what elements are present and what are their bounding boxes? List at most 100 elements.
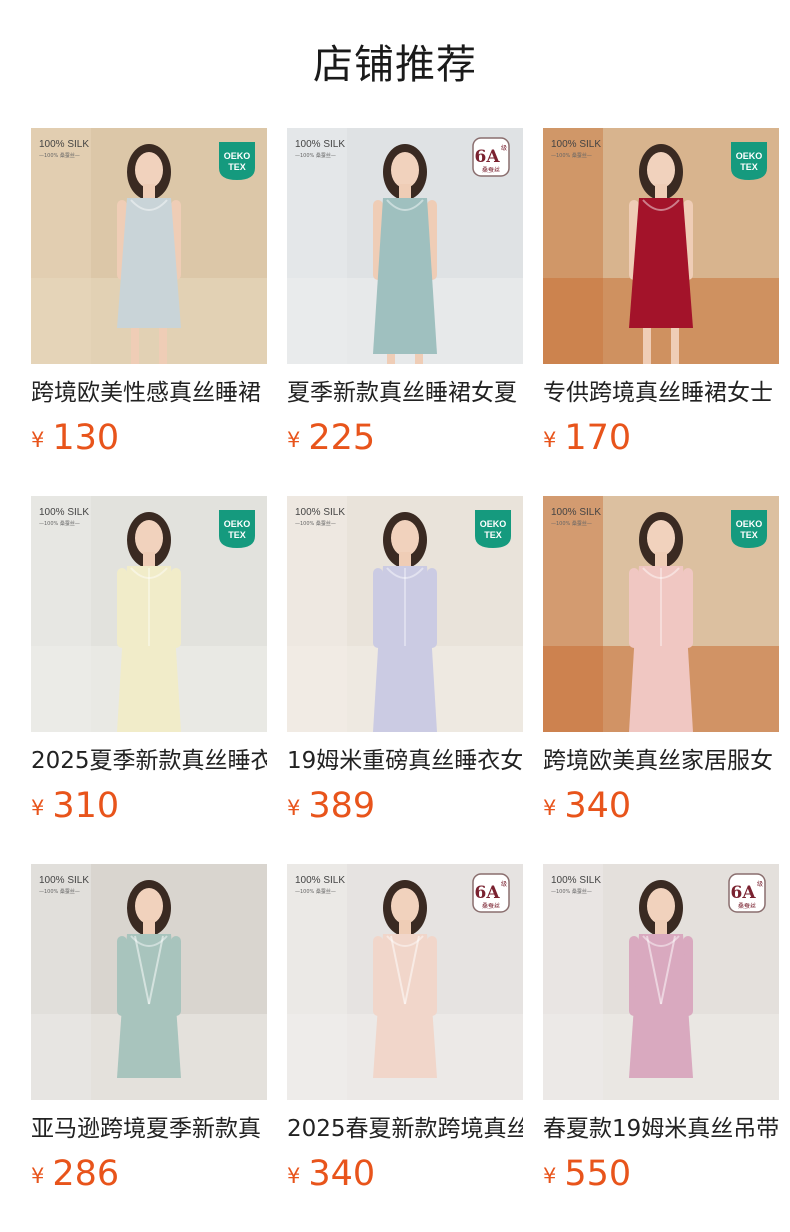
svg-text:级: 级 (501, 880, 507, 888)
price-value: 550 (564, 1154, 632, 1194)
svg-text:OEKO: OEKO (736, 519, 763, 529)
svg-text:OEKO: OEKO (224, 151, 251, 161)
currency-symbol: ¥ (287, 1164, 301, 1188)
product-card[interactable]: 100% SILK —100% 桑蚕丝— 亚马逊跨境夏季新款真 ¥286 (31, 864, 267, 1194)
product-image[interactable]: 100% SILK —100% 桑蚕丝— 6A 级桑蚕丝 (543, 864, 779, 1100)
price-value: 286 (52, 1154, 120, 1194)
product-name[interactable]: 2025夏季新款真丝睡衣 (31, 746, 267, 776)
product-card[interactable]: 100% SILK —100% 桑蚕丝— 6A 级桑蚕丝 夏季新款真丝睡裙女夏 ¥22… (287, 128, 523, 458)
product-photo: 100% SILK —100% 桑蚕丝— 6A 级桑蚕丝 (287, 128, 523, 364)
svg-text:100% SILK: 100% SILK (295, 139, 345, 150)
oeko-tex-badge: OEKOTEX (731, 142, 767, 180)
product-price: ¥550 (543, 1154, 779, 1194)
product-card[interactable]: 100% SILK —100% 桑蚕丝— OEKO TEX 跨境欧美性感真丝睡裙 ¥1… (31, 128, 267, 458)
currency-symbol: ¥ (31, 796, 45, 820)
svg-text:TEX: TEX (740, 530, 758, 540)
product-price: ¥286 (31, 1154, 267, 1194)
currency-symbol: ¥ (543, 428, 557, 452)
currency-symbol: ¥ (543, 1164, 557, 1188)
svg-text:100% SILK: 100% SILK (551, 139, 601, 150)
product-image[interactable]: 100% SILK —100% 桑蚕丝— OEKO TEX (31, 128, 267, 364)
product-image[interactable]: 100% SILK —100% 桑蚕丝— OEKO TEX (543, 128, 779, 364)
product-name[interactable]: 亚马逊跨境夏季新款真 (31, 1114, 267, 1144)
product-name[interactable]: 专供跨境真丝睡裙女士 (543, 378, 779, 408)
product-card[interactable]: 100% SILK —100% 桑蚕丝— 6A 级桑蚕丝 2025春夏新款跨境真丝 ¥… (287, 864, 523, 1194)
product-name[interactable]: 19姆米重磅真丝睡衣女 (287, 746, 523, 776)
svg-text:桑蚕丝: 桑蚕丝 (482, 902, 500, 910)
price-value: 170 (564, 418, 632, 458)
svg-text:级: 级 (501, 144, 507, 152)
currency-symbol: ¥ (31, 428, 45, 452)
svg-text:TEX: TEX (228, 530, 246, 540)
currency-symbol: ¥ (543, 796, 557, 820)
product-card[interactable]: 100% SILK —100% 桑蚕丝— 6A 级桑蚕丝 春夏款19姆米真丝吊带 ¥5… (543, 864, 779, 1194)
product-photo: 100% SILK —100% 桑蚕丝— OEKOTEX (287, 496, 523, 732)
svg-text:6A: 6A (474, 147, 500, 167)
svg-text:TEX: TEX (740, 162, 758, 172)
svg-text:OEKO: OEKO (480, 519, 507, 529)
product-price: ¥225 (287, 418, 523, 458)
product-card[interactable]: 100% SILK —100% 桑蚕丝— OEKO TEX 2025夏季新款真丝睡衣 … (31, 496, 267, 826)
svg-text:100% SILK: 100% SILK (295, 507, 345, 518)
svg-text:100% SILK: 100% SILK (39, 875, 89, 886)
product-price: ¥389 (287, 786, 523, 826)
product-photo: 100% SILK —100% 桑蚕丝— OEKOTEX (31, 128, 267, 364)
price-value: 340 (564, 786, 632, 826)
svg-text:—100% 桑蚕丝—: —100% 桑蚕丝— (295, 152, 336, 159)
product-card[interactable]: 100% SILK —100% 桑蚕丝— OEKO TEX 19姆米重磅真丝睡衣女 ¥… (287, 496, 523, 826)
product-price: ¥340 (543, 786, 779, 826)
product-name[interactable]: 跨境欧美性感真丝睡裙 (31, 378, 267, 408)
product-photo: 100% SILK —100% 桑蚕丝— 6A 级桑蚕丝 (543, 864, 779, 1100)
product-photo: 100% SILK —100% 桑蚕丝— OEKOTEX (543, 496, 779, 732)
product-name[interactable]: 夏季新款真丝睡裙女夏 (287, 378, 523, 408)
oeko-tex-badge: OEKOTEX (475, 510, 511, 548)
product-name[interactable]: 2025春夏新款跨境真丝 (287, 1114, 523, 1144)
grade-6a-badge: 6A 级桑蚕丝 (472, 873, 510, 913)
product-image[interactable]: 100% SILK —100% 桑蚕丝— OEKO TEX (287, 496, 523, 732)
product-name[interactable]: 跨境欧美真丝家居服女 (543, 746, 779, 776)
price-value: 389 (308, 786, 376, 826)
product-price: ¥130 (31, 418, 267, 458)
svg-text:100% SILK: 100% SILK (551, 507, 601, 518)
product-image[interactable]: 100% SILK —100% 桑蚕丝— (31, 864, 267, 1100)
product-image[interactable]: 100% SILK —100% 桑蚕丝— OEKO TEX (31, 496, 267, 732)
svg-text:100% SILK: 100% SILK (39, 139, 89, 150)
product-image[interactable]: 100% SILK —100% 桑蚕丝— OEKO TEX (543, 496, 779, 732)
svg-text:桑蚕丝: 桑蚕丝 (482, 166, 500, 174)
svg-text:级: 级 (757, 880, 763, 888)
svg-text:—100% 桑蚕丝—: —100% 桑蚕丝— (39, 152, 80, 159)
svg-text:—100% 桑蚕丝—: —100% 桑蚕丝— (39, 520, 80, 527)
currency-symbol: ¥ (31, 1164, 45, 1188)
svg-text:OEKO: OEKO (224, 519, 251, 529)
svg-text:桑蚕丝: 桑蚕丝 (738, 902, 756, 910)
product-price: ¥340 (287, 1154, 523, 1194)
svg-text:—100% 桑蚕丝—: —100% 桑蚕丝— (551, 152, 592, 159)
svg-text:6A: 6A (474, 883, 500, 903)
product-photo: 100% SILK —100% 桑蚕丝— (31, 864, 267, 1100)
price-value: 340 (308, 1154, 376, 1194)
svg-text:100% SILK: 100% SILK (551, 875, 601, 886)
svg-text:—100% 桑蚕丝—: —100% 桑蚕丝— (295, 888, 336, 895)
product-photo: 100% SILK —100% 桑蚕丝— OEKOTEX (543, 128, 779, 364)
product-image[interactable]: 100% SILK —100% 桑蚕丝— 6A 级桑蚕丝 (287, 864, 523, 1100)
currency-symbol: ¥ (287, 796, 301, 820)
oeko-tex-badge: OEKOTEX (219, 510, 255, 548)
product-name[interactable]: 春夏款19姆米真丝吊带 (543, 1114, 779, 1144)
svg-text:OEKO: OEKO (736, 151, 763, 161)
svg-text:TEX: TEX (228, 162, 246, 172)
price-value: 310 (52, 786, 120, 826)
product-card[interactable]: 100% SILK —100% 桑蚕丝— OEKO TEX 专供跨境真丝睡裙女士 ¥1… (543, 128, 779, 458)
svg-text:—100% 桑蚕丝—: —100% 桑蚕丝— (295, 520, 336, 527)
currency-symbol: ¥ (287, 428, 301, 452)
svg-text:100% SILK: 100% SILK (295, 875, 345, 886)
price-value: 225 (308, 418, 376, 458)
svg-text:TEX: TEX (484, 530, 502, 540)
product-card[interactable]: 100% SILK —100% 桑蚕丝— OEKO TEX 跨境欧美真丝家居服女 ¥3… (543, 496, 779, 826)
svg-text:—100% 桑蚕丝—: —100% 桑蚕丝— (551, 888, 592, 895)
product-price: ¥310 (31, 786, 267, 826)
svg-text:—100% 桑蚕丝—: —100% 桑蚕丝— (39, 888, 80, 895)
oeko-tex-badge: OEKOTEX (219, 142, 255, 180)
svg-text:—100% 桑蚕丝—: —100% 桑蚕丝— (551, 520, 592, 527)
product-image[interactable]: 100% SILK —100% 桑蚕丝— 6A 级桑蚕丝 (287, 128, 523, 364)
svg-text:6A: 6A (730, 883, 756, 903)
